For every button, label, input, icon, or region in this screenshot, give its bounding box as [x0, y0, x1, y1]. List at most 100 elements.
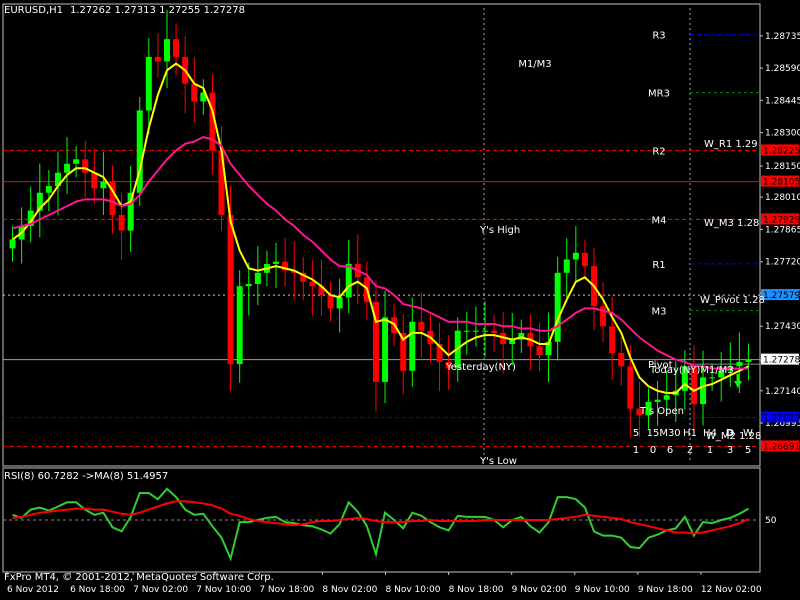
bull-candle: [563, 259, 570, 273]
time-axis-label: 9 Nov 10:00: [575, 585, 630, 595]
time-axis-label: 9 Nov 02:00: [512, 585, 567, 595]
bull-candle: [9, 239, 16, 249]
timeframe-digit: 1: [633, 445, 639, 456]
bull-candle: [345, 263, 352, 298]
timeframe-label: 5: [633, 428, 639, 439]
weekly-r1-label: W_R1 1.29: [704, 139, 758, 150]
bull-candle: [481, 330, 488, 332]
bull-candle: [336, 297, 343, 309]
price-axis-label: 1.28590: [765, 64, 800, 74]
time-axis-label: 8 Nov 18:00: [449, 585, 504, 595]
bull-candle: [236, 286, 243, 365]
price-axis-label: 1.27865: [765, 225, 800, 235]
bear-candle: [173, 39, 180, 57]
bear-candle: [581, 252, 588, 267]
timeframe-digit: 6: [667, 445, 673, 456]
symbol-label: EURUSD,H1: [4, 5, 63, 16]
timeframe-label: D: [726, 428, 734, 439]
price-tag-text: 1.26891: [763, 442, 800, 452]
bull-candle: [382, 317, 389, 382]
m1m3-label: M1/M3: [518, 59, 551, 70]
bear-candle: [82, 159, 89, 173]
price-tag-text: 1.27929: [763, 215, 800, 225]
bull-candle: [554, 272, 561, 342]
bull-candle: [736, 361, 743, 367]
price-tag-text: 1.28105: [763, 178, 800, 188]
bull-candle: [409, 321, 416, 371]
bear-candle: [609, 326, 616, 353]
bear-candle: [491, 330, 498, 333]
bear-candle: [418, 321, 425, 331]
price-tag-text: 1.27278: [763, 356, 800, 366]
time-axis-label: 7 Nov 02:00: [133, 585, 188, 595]
price-axis-label: 1.28300: [765, 129, 800, 139]
bear-candle: [327, 295, 334, 309]
time-axis-label: 6 Nov 18:00: [70, 585, 125, 595]
pivot-level-label: R2: [652, 146, 665, 157]
rsi-title: RSI(8) 60.7282 ->MA(8) 51.4957: [4, 471, 168, 482]
price-axis-label: 1.27430: [765, 322, 800, 332]
rsi-axis-label: 50: [765, 516, 777, 526]
price-axis-label: 1.28010: [765, 193, 800, 203]
bull-candle: [745, 359, 752, 362]
yesterday-ny-label: Yesterday(NY): [445, 362, 516, 373]
bear-candle: [627, 366, 634, 409]
bull-candle: [572, 252, 579, 260]
timeframe-label: M30: [659, 428, 680, 439]
weekly-pivot-label: W_Pivot 1.28: [700, 295, 765, 306]
price-axis-label: 1.28150: [765, 162, 800, 172]
pivot-level-label: R1: [652, 260, 665, 271]
timeframe-label: 15: [647, 428, 660, 439]
ys-high-label: Y's High: [479, 225, 520, 236]
timeframe-digit: 3: [727, 445, 733, 456]
bull-candle: [472, 330, 479, 332]
timeframe-label: H4: [703, 428, 717, 439]
time-axis-label: 8 Nov 02:00: [322, 585, 377, 595]
bull-candle: [73, 159, 80, 164]
bull-candle: [663, 395, 670, 400]
bull-candle: [45, 186, 52, 193]
ohlc-label: 1.27262 1.27313 1.27255 1.27278: [70, 5, 245, 16]
pivot-level-label: M3: [652, 307, 667, 318]
time-axis-label: 6 Nov 2012: [7, 585, 59, 595]
price-axis-label: 1.27140: [765, 387, 800, 397]
bull-candle: [100, 181, 107, 189]
price-tag-text: 1.27022: [763, 413, 800, 423]
weekly-m3-label: W_M3 1.28: [704, 218, 759, 229]
bear-candle: [618, 352, 625, 367]
pivot-label: Pivot: [648, 360, 673, 371]
bull-candle: [700, 377, 707, 405]
pivot-level-label: M4: [652, 215, 667, 226]
timeframe-digit: 1: [707, 445, 713, 456]
ts-open-label: T's Open: [639, 406, 684, 417]
time-axis-label: 9 Nov 18:00: [638, 585, 693, 595]
bear-candle: [154, 56, 161, 62]
copyright-label: FxPro MT4, © 2001-2012, MetaQuotes Softw…: [4, 572, 274, 583]
bull-candle: [654, 399, 661, 402]
bear-candle: [191, 83, 198, 102]
time-axis-label: 12 Nov 02:00: [701, 585, 762, 595]
bear-candle: [227, 214, 234, 365]
timeframe-label: W: [743, 428, 753, 439]
price-axis-label: 1.28735: [765, 32, 800, 42]
timeframe-digit: 2: [687, 445, 693, 456]
timeframe-label: H1: [683, 428, 697, 439]
timeframe-digit: 0: [650, 445, 656, 456]
bear-candle: [309, 281, 316, 287]
price-axis-label: 1.27720: [765, 258, 800, 268]
timeframe-digit: 5: [745, 445, 751, 456]
time-axis-label: 7 Nov 10:00: [196, 585, 251, 595]
bear-candle: [118, 214, 125, 231]
pivot-level-label: MR3: [648, 89, 670, 100]
bull-candle: [273, 261, 280, 264]
time-axis-label: 8 Nov 10:00: [386, 585, 441, 595]
price-axis-label: 1.28445: [765, 96, 800, 106]
bear-candle: [536, 346, 543, 356]
bull-candle: [64, 163, 71, 173]
bull-candle: [163, 39, 170, 62]
pivot-level-label: R3: [652, 31, 665, 42]
bull-candle: [709, 377, 716, 379]
bull-candle: [254, 272, 261, 284]
ys-low-label: Y's Low: [479, 456, 517, 467]
bull-candle: [245, 283, 252, 287]
